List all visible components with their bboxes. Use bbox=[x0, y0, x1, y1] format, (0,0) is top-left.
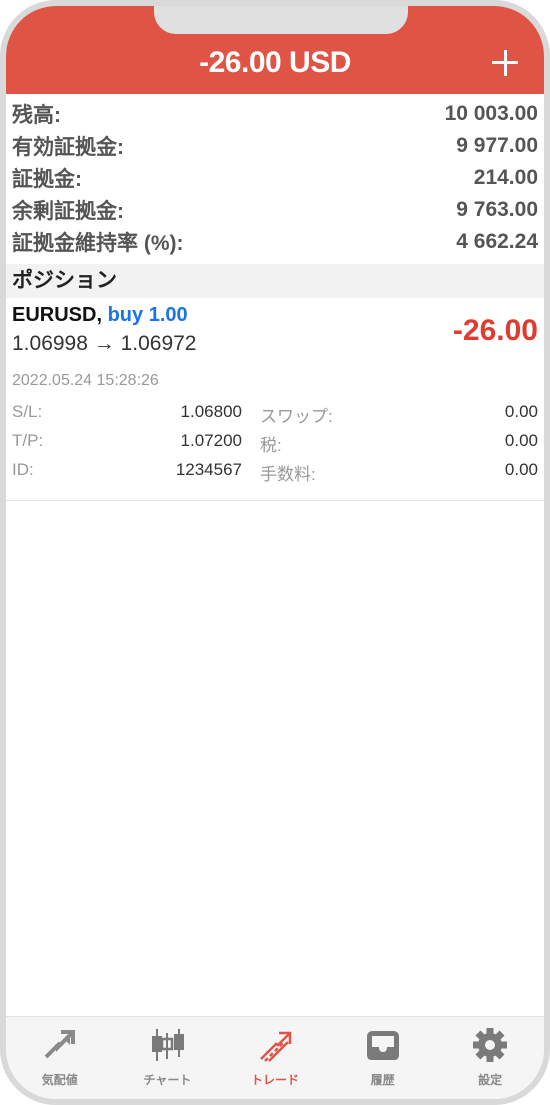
detail-row: S/L: 1.06800 スワップ: 0.00 bbox=[12, 398, 538, 427]
header-title: -26.00 USD bbox=[199, 46, 351, 79]
detail-label-commission: 手数料: bbox=[260, 465, 316, 484]
quotes-icon bbox=[44, 1030, 75, 1059]
tab-chart[interactable]: チャート bbox=[114, 1017, 222, 1099]
summary-value: 10 003.00 bbox=[444, 102, 538, 125]
summary-row-equity: 有効証拠金: 9 977.00 bbox=[12, 130, 538, 162]
detail-value-commission: 0.00 bbox=[504, 460, 538, 479]
settings-icon bbox=[473, 1028, 508, 1062]
detail-label-swap: スワップ: bbox=[260, 407, 333, 426]
trade-icon bbox=[260, 1031, 292, 1062]
detail-row: T/P: 1.07200 税: 0.00 bbox=[12, 427, 538, 456]
summary-label: 証拠金維持率 (%): bbox=[12, 232, 184, 255]
summary-row-free-margin: 余剰証拠金: 9 763.00 bbox=[12, 194, 538, 226]
tab-quotes[interactable]: 気配値 bbox=[6, 1017, 114, 1099]
summary-value: 4 662.24 bbox=[456, 230, 538, 253]
detail-label-sl: S/L: bbox=[12, 402, 43, 421]
tab-label: 設定 bbox=[478, 1073, 503, 1087]
tab-label: トレード bbox=[250, 1073, 299, 1087]
detail-label-tax: 税: bbox=[260, 436, 282, 455]
summary-value: 9 977.00 bbox=[456, 134, 538, 157]
detail-value-swap: 0.00 bbox=[504, 402, 538, 421]
position-item[interactable]: EURUSD, buy 1.00 1.06998 → 1.06972 -26.0… bbox=[6, 298, 544, 501]
position-open-time: 2022.05.24 15:28:26 bbox=[12, 372, 159, 389]
add-order-button[interactable] bbox=[488, 46, 522, 80]
summary-row-balance: 残高: 10 003.00 bbox=[12, 98, 538, 130]
summary-label: 余剰証拠金: bbox=[12, 200, 124, 223]
detail-value-tp: 1.07200 bbox=[180, 431, 242, 450]
summary-label: 残高: bbox=[12, 104, 61, 127]
tab-trade[interactable]: トレード bbox=[221, 1017, 329, 1099]
summary-value: 214.00 bbox=[473, 166, 538, 189]
account-summary: 残高: 10 003.00 有効証拠金: 9 977.00 証拠金: 214.0… bbox=[12, 98, 538, 258]
phone-frame: -26.00 USD 残高: 10 003.00 有効証拠金: 9 977.00… bbox=[0, 0, 550, 1105]
tab-history[interactable]: 履歴 bbox=[329, 1017, 437, 1099]
detail-label-id: ID: bbox=[12, 460, 34, 479]
summary-value: 9 763.00 bbox=[456, 198, 538, 221]
positions-section-header: ポジション bbox=[6, 264, 544, 298]
tab-label: 気配値 bbox=[41, 1073, 78, 1087]
summary-label: 証拠金: bbox=[12, 168, 82, 191]
summary-row-margin: 証拠金: 214.00 bbox=[12, 162, 538, 194]
device-notch bbox=[154, 6, 408, 34]
detail-value-sl: 1.06800 bbox=[180, 402, 242, 421]
tab-label: 履歴 bbox=[370, 1073, 395, 1087]
position-title: EURUSD, buy 1.00 bbox=[12, 304, 188, 327]
position-prices: 1.06998 → 1.06972 bbox=[12, 332, 197, 355]
detail-row: ID: 1234567 手数料: 0.00 bbox=[12, 456, 538, 485]
detail-value-tax: 0.00 bbox=[504, 431, 538, 450]
bottom-tab-bar: 気配値 チャート トレード 履歴 設定 bbox=[6, 1016, 544, 1099]
tab-label: チャート bbox=[143, 1073, 192, 1087]
summary-label: 有効証拠金: bbox=[12, 136, 124, 159]
position-side: buy 1.00 bbox=[107, 304, 188, 326]
summary-row-margin-level: 証拠金維持率 (%): 4 662.24 bbox=[12, 226, 538, 258]
tab-settings[interactable]: 設定 bbox=[436, 1017, 544, 1099]
detail-value-id: 1234567 bbox=[175, 460, 242, 479]
position-symbol: EURUSD, bbox=[12, 304, 103, 326]
position-details: S/L: 1.06800 スワップ: 0.00 T/P: 1.07200 税: … bbox=[12, 398, 538, 485]
position-profit: -26.00 bbox=[452, 314, 538, 347]
detail-label-tp: T/P: bbox=[12, 431, 44, 450]
history-icon bbox=[366, 1031, 399, 1060]
chart-icon bbox=[152, 1029, 185, 1061]
